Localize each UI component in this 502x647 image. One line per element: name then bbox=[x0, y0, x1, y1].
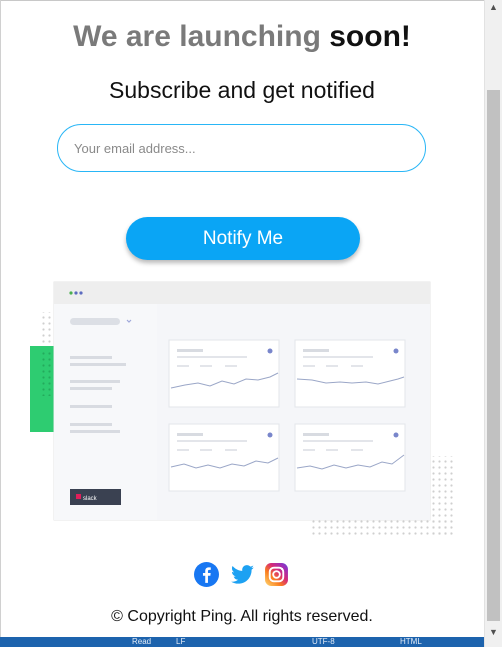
window-dot bbox=[79, 291, 83, 295]
scroll-down-arrow-icon[interactable]: ▼ bbox=[489, 627, 498, 637]
vertical-scrollbar[interactable]: ▲ ▼ bbox=[484, 0, 502, 647]
instagram-icon bbox=[265, 563, 288, 586]
dot-pattern-right bbox=[430, 456, 454, 536]
stat-card bbox=[294, 423, 406, 492]
facebook-icon bbox=[194, 562, 219, 587]
email-input[interactable] bbox=[57, 124, 426, 172]
window-dot bbox=[69, 291, 73, 295]
copyright-text: © Copyright Ping. All rights reserved. bbox=[111, 608, 373, 625]
sidebar-line bbox=[70, 380, 120, 383]
facebook-link[interactable] bbox=[194, 562, 219, 587]
slack-badge-label: slack bbox=[83, 496, 98, 502]
stat-card bbox=[168, 339, 280, 408]
sidebar-dropdown bbox=[70, 318, 120, 325]
editor-status-bar: Read LF UTF-8 HTML bbox=[0, 637, 484, 647]
headline-regular: We are launching bbox=[73, 20, 330, 53]
stat-card bbox=[294, 339, 406, 408]
dashboard-sidebar bbox=[54, 304, 157, 520]
sidebar-line bbox=[70, 356, 112, 359]
dashboard-titlebar bbox=[54, 282, 430, 304]
status-line-ending: LF bbox=[176, 637, 186, 646]
headline-bold: soon! bbox=[329, 20, 411, 53]
twitter-icon bbox=[231, 565, 254, 584]
sidebar-line bbox=[70, 363, 126, 366]
window-top-border bbox=[0, 0, 502, 1]
scrollbar-thumb[interactable] bbox=[487, 90, 500, 621]
status-mode: Read bbox=[132, 637, 152, 646]
twitter-link[interactable] bbox=[230, 562, 255, 587]
slack-logo-icon bbox=[76, 494, 81, 499]
status-encoding: UTF-8 bbox=[312, 637, 335, 646]
page-headline: We are launching soon! bbox=[0, 20, 484, 54]
sidebar-line bbox=[70, 387, 112, 390]
sidebar-line bbox=[70, 405, 112, 408]
sidebar-line bbox=[70, 423, 112, 426]
sidebar-line bbox=[70, 430, 120, 433]
scroll-up-arrow-icon[interactable]: ▲ bbox=[489, 2, 498, 12]
status-language: HTML bbox=[400, 637, 422, 646]
instagram-link[interactable] bbox=[264, 562, 289, 587]
dashboard-illustration: slack bbox=[30, 281, 454, 536]
notify-me-button[interactable]: Notify Me bbox=[126, 217, 360, 260]
subheading: Subscribe and get notified bbox=[109, 77, 375, 103]
window-dot bbox=[74, 291, 78, 295]
stat-card bbox=[168, 423, 280, 492]
